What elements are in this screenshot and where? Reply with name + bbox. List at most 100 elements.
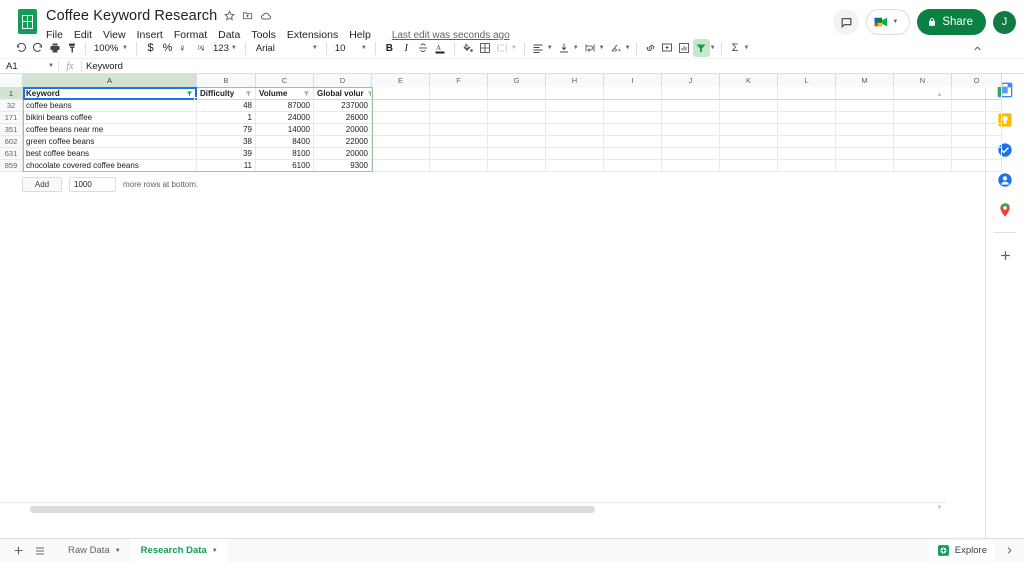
cell-G351[interactable]	[488, 124, 546, 136]
cell-B859[interactable]: 11	[197, 160, 256, 172]
cell-I32[interactable]	[604, 100, 662, 112]
column-header-J[interactable]: J	[662, 74, 720, 87]
column-header-B[interactable]: B	[197, 74, 256, 87]
increase-decimal-icon[interactable]: .00	[193, 39, 210, 57]
cell-M631[interactable]	[836, 148, 894, 160]
chevron-down-icon[interactable]: ▼	[625, 45, 631, 51]
print-icon[interactable]	[46, 39, 63, 57]
row-number[interactable]: 171	[0, 112, 23, 124]
cell-O859[interactable]	[952, 160, 1002, 172]
cell-D631[interactable]: 20000	[314, 148, 372, 160]
cell-F1[interactable]	[430, 87, 488, 100]
column-header-E[interactable]: E	[372, 74, 430, 87]
cell-I602[interactable]	[604, 136, 662, 148]
google-sheets-logo[interactable]	[12, 6, 42, 36]
cell-J1[interactable]	[662, 87, 720, 100]
cell-F351[interactable]	[430, 124, 488, 136]
cell-C859[interactable]: 6100	[256, 160, 314, 172]
cell-G171[interactable]	[488, 112, 546, 124]
cell-K32[interactable]	[720, 100, 778, 112]
insert-chart-icon[interactable]	[676, 39, 693, 57]
cell-E32[interactable]	[372, 100, 430, 112]
header-cell-C1[interactable]: Volume	[256, 87, 314, 100]
cell-C171[interactable]: 24000	[256, 112, 314, 124]
cell-M1[interactable]	[836, 87, 894, 100]
name-box[interactable]: A1 ▼	[0, 59, 58, 73]
cell-I631[interactable]	[604, 148, 662, 160]
cell-N351[interactable]	[894, 124, 952, 136]
cell-L859[interactable]	[778, 160, 836, 172]
document-title[interactable]: Coffee Keyword Research	[46, 8, 217, 24]
paint-format-icon[interactable]	[63, 39, 80, 57]
create-filter-icon[interactable]	[692, 39, 710, 57]
cell-L32[interactable]	[778, 100, 836, 112]
cell-K171[interactable]	[720, 112, 778, 124]
cell-A32[interactable]: coffee beans	[23, 100, 197, 112]
column-header-F[interactable]: F	[430, 74, 488, 87]
cell-J859[interactable]	[662, 160, 720, 172]
column-header-G[interactable]: G	[488, 74, 546, 87]
cell-J602[interactable]	[662, 136, 720, 148]
sheet-tab-research-data[interactable]: Research Data ▼	[130, 538, 228, 562]
move-to-folder-icon[interactable]	[242, 10, 253, 21]
all-sheets-icon[interactable]	[29, 540, 50, 561]
cell-G602[interactable]	[488, 136, 546, 148]
cell-A859[interactable]: chocolate covered coffee beans	[23, 160, 197, 172]
italic-icon[interactable]: I	[398, 39, 415, 57]
cell-E602[interactable]	[372, 136, 430, 148]
chevron-down-icon[interactable]: ▼	[599, 45, 605, 51]
filter-dropdown-icon[interactable]	[242, 90, 252, 97]
google-maps-icon[interactable]	[995, 200, 1015, 220]
cell-H171[interactable]	[546, 112, 604, 124]
cell-F631[interactable]	[430, 148, 488, 160]
cell-H1[interactable]	[546, 87, 604, 100]
cell-I351[interactable]	[604, 124, 662, 136]
cell-C351[interactable]: 14000	[256, 124, 314, 136]
formula-input[interactable]: Keyword	[82, 61, 1024, 72]
cell-N32[interactable]	[894, 100, 952, 112]
header-cell-D1[interactable]: Global volur	[314, 87, 372, 100]
font-family-selector[interactable]: Arial ▼	[253, 40, 321, 57]
cell-M32[interactable]	[836, 100, 894, 112]
text-wrap-icon[interactable]	[582, 39, 599, 57]
currency-format-icon[interactable]: $	[142, 39, 159, 57]
add-rows-button[interactable]: Add	[22, 177, 62, 192]
percent-format-icon[interactable]: %	[159, 39, 176, 57]
row-number[interactable]: 859	[0, 160, 23, 172]
cell-M351[interactable]	[836, 124, 894, 136]
cell-A602[interactable]: green coffee beans	[23, 136, 197, 148]
cell-F171[interactable]	[430, 112, 488, 124]
cell-D602[interactable]: 22000	[314, 136, 372, 148]
cell-M602[interactable]	[836, 136, 894, 148]
number-format-selector[interactable]: 123 ▼	[210, 40, 240, 57]
row-number[interactable]: 351	[0, 124, 23, 136]
cell-A631[interactable]: best coffee beans	[23, 148, 197, 160]
cell-O32[interactable]	[952, 100, 1002, 112]
cell-H32[interactable]	[546, 100, 604, 112]
cell-D859[interactable]: 9300	[314, 160, 372, 172]
cell-B32[interactable]: 48	[197, 100, 256, 112]
cell-L631[interactable]	[778, 148, 836, 160]
row-number[interactable]: 32	[0, 100, 23, 112]
cell-N631[interactable]	[894, 148, 952, 160]
avatar[interactable]: J	[993, 10, 1016, 34]
add-addon-icon[interactable]	[995, 245, 1015, 265]
chevron-down-icon[interactable]: ▼	[511, 45, 517, 51]
cell-D171[interactable]: 26000	[314, 112, 372, 124]
filter-dropdown-icon[interactable]	[300, 90, 310, 97]
insert-comment-icon[interactable]	[659, 39, 676, 57]
cell-F602[interactable]	[430, 136, 488, 148]
cell-G631[interactable]	[488, 148, 546, 160]
cell-L1[interactable]	[778, 87, 836, 100]
cell-E351[interactable]	[372, 124, 430, 136]
row-number[interactable]: 602	[0, 136, 23, 148]
share-button[interactable]: Share	[917, 9, 986, 35]
cell-H631[interactable]	[546, 148, 604, 160]
column-header-O[interactable]: O	[952, 74, 1002, 87]
column-header-K[interactable]: K	[720, 74, 778, 87]
cell-J631[interactable]	[662, 148, 720, 160]
cell-B631[interactable]: 39	[197, 148, 256, 160]
cell-K1[interactable]	[720, 87, 778, 100]
cell-O351[interactable]	[952, 124, 1002, 136]
column-header-H[interactable]: H	[546, 74, 604, 87]
